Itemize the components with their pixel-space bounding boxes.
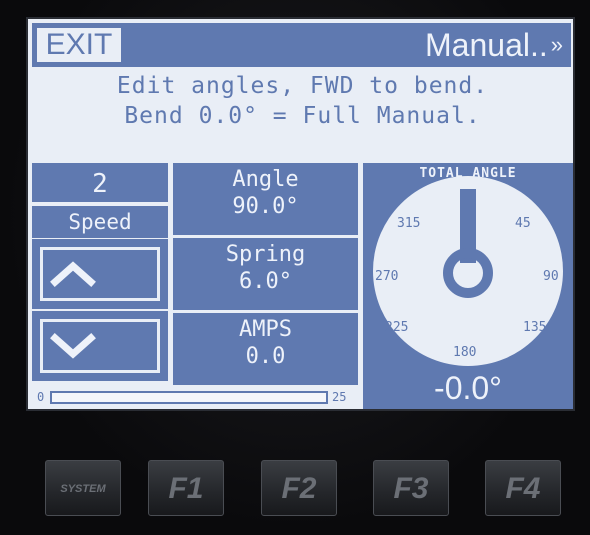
- angle-value: 90.0°: [232, 194, 299, 219]
- chevron-up-icon: [40, 247, 160, 301]
- progress-track: [50, 391, 328, 404]
- angle-label: Angle: [232, 167, 299, 192]
- gauge-tick-180: 180: [453, 345, 476, 360]
- chevron-down-icon: [40, 319, 160, 373]
- title-bar: EXIT Manual..»: [32, 23, 571, 67]
- softkey-row: SYSTEM F1 F2 F3 F4: [45, 460, 565, 520]
- amps-progress-bar: 0 25: [32, 387, 357, 409]
- system-key[interactable]: SYSTEM: [45, 460, 121, 516]
- exit-button[interactable]: EXIT: [34, 25, 124, 65]
- f3-key[interactable]: F3: [373, 460, 449, 516]
- double-chevron-right-icon: »: [550, 32, 563, 57]
- speed-label: Speed: [32, 206, 168, 238]
- spring-value: 6.0°: [239, 269, 292, 294]
- progress-min-label: 0: [37, 390, 45, 404]
- gauge-tick-45: 45: [515, 216, 531, 231]
- f1-key[interactable]: F1: [148, 460, 224, 516]
- progress-max-label: 25: [332, 390, 347, 404]
- gauge-tick-225: 225: [385, 320, 408, 335]
- speed-down-button[interactable]: [32, 311, 168, 381]
- total-angle-readout: -0.0°: [434, 370, 502, 406]
- mode-menu-button[interactable]: Manual..»: [425, 25, 563, 65]
- gauge-tick-135: 135: [523, 320, 546, 335]
- mode-label: Manual..: [425, 27, 548, 63]
- f4-key[interactable]: F4: [485, 460, 561, 516]
- speed-value: 2: [32, 163, 168, 205]
- gauge-tick-270: 270: [375, 269, 398, 284]
- f2-key[interactable]: F2: [261, 460, 337, 516]
- speed-up-button[interactable]: [32, 239, 168, 309]
- lcd-screen: EXIT Manual..» Edit angles, FWD to bend.…: [26, 17, 575, 411]
- total-angle-gauge: TOTAL ANGLE 315 45 270 90 225 135 180 -0…: [363, 163, 573, 409]
- spring-label: Spring: [225, 242, 306, 267]
- gauge-tick-90: 90: [543, 269, 559, 284]
- spring-field[interactable]: Spring 6.0°: [173, 238, 358, 310]
- instruction-line-1: Edit angles, FWD to bend.: [116, 73, 489, 99]
- instruction-line-2: Bend 0.0° = Full Manual.: [124, 103, 481, 129]
- amps-readout: AMPS 0.0: [173, 313, 358, 385]
- amps-label: AMPS: [239, 317, 292, 342]
- angle-field[interactable]: Angle 90.0°: [173, 163, 358, 235]
- amps-value: 0.0: [245, 344, 286, 369]
- gauge-tick-315: 315: [397, 216, 420, 231]
